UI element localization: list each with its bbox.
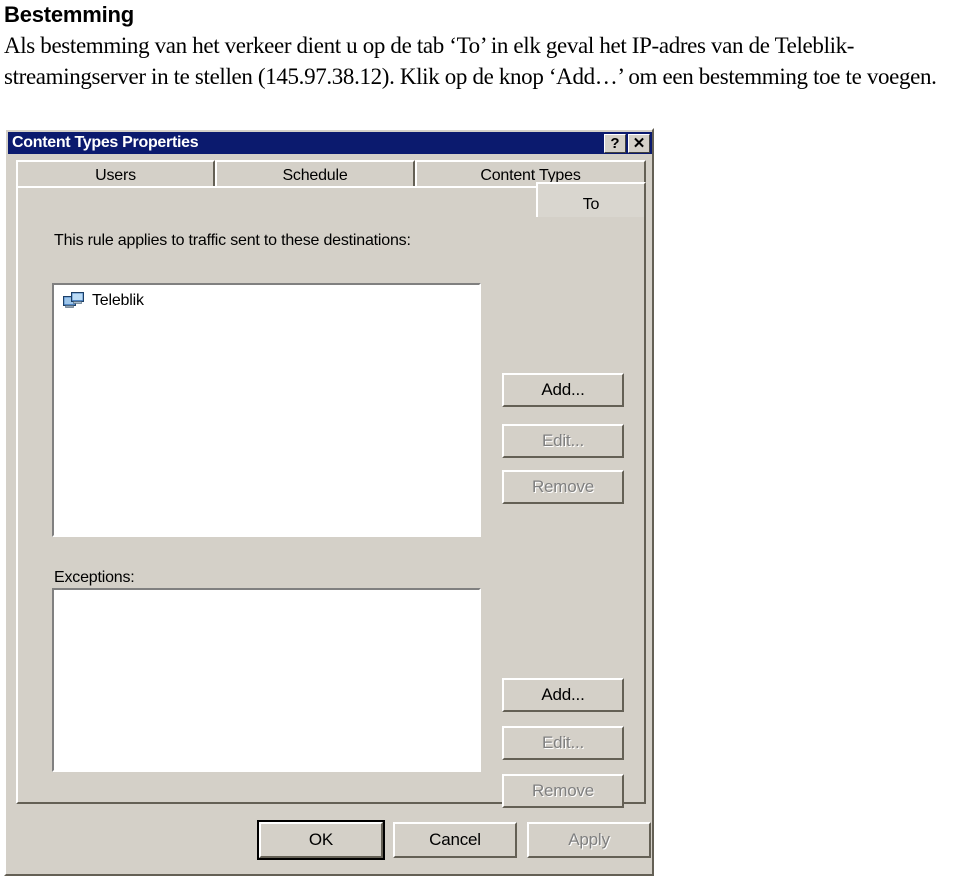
network-computers-icon [63, 292, 85, 310]
dialog-titlebar[interactable]: Content Types Properties ? ✕ [8, 132, 652, 154]
destinations-add-button[interactable]: Add... [502, 373, 624, 407]
tab-schedule[interactable]: Schedule [215, 160, 415, 189]
exceptions-add-button[interactable]: Add... [502, 678, 624, 712]
document-text-block: Bestemming Als bestemming van het verkee… [0, 0, 960, 92]
help-icon[interactable]: ? [604, 134, 626, 153]
exceptions-listbox[interactable] [52, 588, 481, 772]
destinations-edit-button[interactable]: Edit... [502, 424, 624, 458]
exceptions-edit-label: Edit... [541, 733, 585, 752]
destinations-remove-button[interactable]: Remove [502, 470, 624, 504]
document-paragraph: Als bestemming van het verkeer dient u o… [4, 33, 937, 89]
page-title: Bestemming [4, 2, 135, 27]
destinations-edit-label: Edit... [541, 431, 585, 450]
tab-users[interactable]: Users [16, 160, 215, 189]
to-tab-panel: This rule applies to traffic sent to the… [16, 186, 646, 808]
cancel-label: Cancel [429, 830, 481, 849]
exceptions-add-label: Add... [541, 685, 585, 704]
destinations-listbox[interactable]: Teleblik [52, 283, 481, 537]
dialog-title: Content Types Properties [12, 134, 199, 151]
exceptions-remove-button[interactable]: Remove [502, 774, 624, 808]
titlebar-buttons: ? ✕ [604, 134, 650, 153]
content-types-properties-dialog: Content Types Properties ? ✕ Users Sched… [4, 128, 654, 876]
exceptions-remove-label: Remove [531, 781, 595, 800]
destinations-remove-label: Remove [531, 477, 595, 496]
cancel-button[interactable]: Cancel [393, 822, 517, 858]
exceptions-edit-button[interactable]: Edit... [502, 726, 624, 760]
apply-label: Apply [568, 830, 610, 849]
apply-button[interactable]: Apply [527, 822, 651, 858]
destinations-add-label: Add... [541, 380, 585, 399]
destinations-label: This rule applies to traffic sent to the… [54, 232, 411, 249]
list-item-label: Teleblik [92, 292, 144, 309]
tab-to[interactable]: To [536, 182, 646, 217]
ok-button[interactable]: OK [257, 820, 385, 860]
list-item[interactable]: Teleblik [54, 285, 479, 310]
ok-label: OK [308, 830, 334, 849]
close-icon[interactable]: ✕ [628, 134, 650, 153]
exceptions-label: Exceptions: [54, 569, 135, 586]
